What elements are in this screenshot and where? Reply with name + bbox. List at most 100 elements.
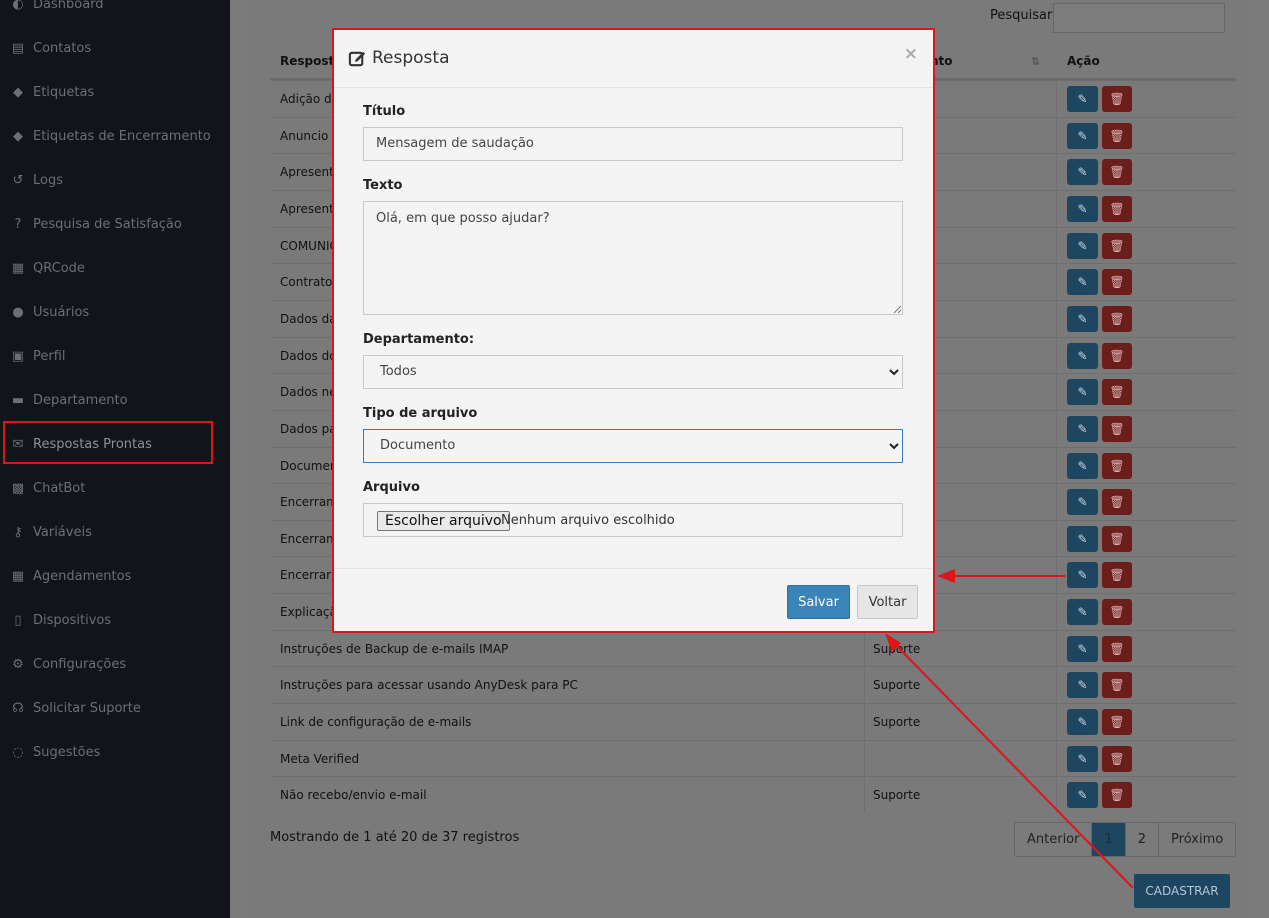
delete-button[interactable]: 🗑︎ [1102,782,1132,809]
trash-icon: 🗑︎ [1109,715,1125,730]
delete-button[interactable]: 🗑︎ [1102,709,1132,736]
edit-button[interactable]: ✎ [1067,489,1098,516]
delete-button[interactable]: 🗑︎ [1102,415,1132,442]
edit-button[interactable]: ✎ [1067,232,1098,259]
sidebar-item-label: Dashboard [33,0,104,12]
delete-button[interactable]: 🗑︎ [1102,86,1132,112]
sidebar-item-contatos[interactable]: ▤ Contatos [0,26,230,70]
edit-button[interactable]: ✎ [1067,452,1098,479]
sidebar-item-departamento[interactable]: ▬ Departamento [0,378,230,422]
table-row: Não recebo/envio e-mail Suporte ✎ 🗑︎ [270,776,1236,813]
edit-button[interactable]: ✎ [1067,415,1098,442]
texto-textarea[interactable]: Olá, em que posso ajudar? [363,201,903,315]
edit-icon: ✎ [1077,568,1088,583]
sidebar-item-chatbot[interactable]: ▩ ChatBot [0,466,230,510]
voltar-button[interactable]: Voltar [857,585,918,619]
sidebar-item-etiquetas[interactable]: ◆ Etiquetas [0,70,230,114]
table-row: Instruções de Backup de e-mails IMAP Supo… [270,629,1236,667]
page-link-2[interactable]: 2 [1125,823,1160,856]
sidebar-item-dispositivos[interactable]: ▯ Dispositivos [0,598,230,642]
delete-button[interactable]: 🗑︎ [1102,525,1132,552]
arquivo-label: Arquivo [363,480,420,495]
departamento-select[interactable]: Todos [363,355,903,389]
tipo-arquivo-select[interactable]: Documento [363,429,903,463]
sidebar-item-perfil[interactable]: ▣ Perfil [0,334,230,378]
edit-button[interactable]: ✎ [1067,86,1098,112]
departamento-cell: Suporte [873,678,921,693]
edit-button[interactable]: ✎ [1067,305,1098,332]
delete-button[interactable]: 🗑︎ [1102,562,1132,589]
sidebar-item-agendamentos[interactable]: ▦ Agendamentos [0,554,230,598]
trash-icon: 🗑︎ [1109,605,1125,620]
delete-button[interactable]: 🗑︎ [1102,599,1132,626]
sidebar-item-logs[interactable]: ↺ Logs [0,158,230,202]
search-input[interactable] [1053,3,1225,33]
resposta-cell: Não recebo/envio e-mail [280,788,427,803]
sidebar-item-vari-veis[interactable]: ⚷ Variáveis [0,510,230,554]
column-header-departamento[interactable]: nto ⇅ [930,43,1048,80]
modal-footer: Salvar Voltar [334,568,933,631]
edit-button[interactable]: ✎ [1067,269,1098,296]
delete-button[interactable]: 🗑︎ [1102,232,1132,259]
page-link-próximo[interactable]: Próximo [1159,823,1236,856]
edit-button[interactable]: ✎ [1067,342,1098,369]
titulo-input[interactable]: Mensagem de saudação [363,127,903,161]
delete-button[interactable]: 🗑︎ [1102,195,1132,222]
close-icon[interactable]: × [904,44,918,64]
page-link-anterior[interactable]: Anterior [1015,823,1093,856]
salvar-button[interactable]: Salvar [787,585,850,619]
resposta-cell: Dados da [280,311,337,326]
edit-button[interactable]: ✎ [1067,672,1098,699]
page-link-1[interactable]: 1 [1092,823,1126,856]
cell-divider [1056,630,1057,667]
delete-button[interactable]: 🗑︎ [1102,489,1132,516]
edit-icon: ✎ [1077,128,1088,143]
delete-button[interactable]: 🗑︎ [1102,379,1132,406]
trash-icon: 🗑︎ [1109,201,1125,216]
mobile-icon: ▯ [14,612,22,628]
sidebar-item-solicitar-suporte[interactable]: ☊ Solicitar Suporte [0,686,230,730]
resize-handle-icon[interactable] [893,305,901,313]
delete-button[interactable]: 🗑︎ [1102,305,1132,332]
delete-button[interactable]: 🗑︎ [1102,159,1132,186]
sidebar-item-etiquetas-de-encerramento[interactable]: ◆ Etiquetas de Encerramento [0,114,230,158]
delete-button[interactable]: 🗑︎ [1102,672,1132,699]
delete-button[interactable]: 🗑︎ [1102,269,1132,296]
sidebar-item-dashboard[interactable]: ◐ Dashboard [0,0,230,26]
sidebar-item-pesquisa-de-satisfa-o[interactable]: ? Pesquisa de Satisfação [0,202,230,246]
edit-button[interactable]: ✎ [1067,635,1098,662]
titulo-input-value: Mensagem de saudação [376,136,534,151]
edit-icon [348,49,367,68]
cell-divider [1056,777,1057,813]
delete-button[interactable]: 🗑︎ [1102,635,1132,662]
sidebar-item-sugest-es[interactable]: ◌ Sugestões [0,730,230,774]
delete-button[interactable]: 🗑︎ [1102,745,1132,772]
sidebar-item-usu-rios[interactable]: ● Usuários [0,290,230,334]
cell-divider [864,704,865,740]
escolher-arquivo-button[interactable]: Escolher arquivo [377,511,510,531]
edit-button[interactable]: ✎ [1067,122,1098,149]
edit-button[interactable]: ✎ [1067,195,1098,222]
edit-button[interactable]: ✎ [1067,709,1098,736]
edit-button[interactable]: ✎ [1067,159,1098,186]
edit-button[interactable]: ✎ [1067,599,1098,626]
modal-header: Resposta × [334,30,933,88]
delete-button[interactable]: 🗑︎ [1102,452,1132,479]
cadastrar-button[interactable]: CADASTRAR [1134,874,1230,908]
cell-divider [1056,81,1057,117]
resposta-cell: Anuncio F [280,128,340,143]
edit-button[interactable]: ✎ [1067,562,1098,589]
sidebar-item-qrcode[interactable]: ▦ QRCode [0,246,230,290]
edit-button[interactable]: ✎ [1067,745,1098,772]
edit-button[interactable]: ✎ [1067,782,1098,809]
delete-button[interactable]: 🗑︎ [1102,342,1132,369]
edit-icon: ✎ [1077,385,1088,400]
departamento-cell: Suporte [873,641,921,656]
lock-icon: ▣ [11,348,25,364]
edit-button[interactable]: ✎ [1067,379,1098,406]
sidebar-item-configura-es[interactable]: ⚙ Configurações [0,642,230,686]
edit-button[interactable]: ✎ [1067,525,1098,552]
resposta-cell: Instruções para acessar usando AnyDesk p… [280,678,578,693]
delete-button[interactable]: 🗑︎ [1102,122,1132,149]
qrcode-icon: ▦ [11,260,25,276]
